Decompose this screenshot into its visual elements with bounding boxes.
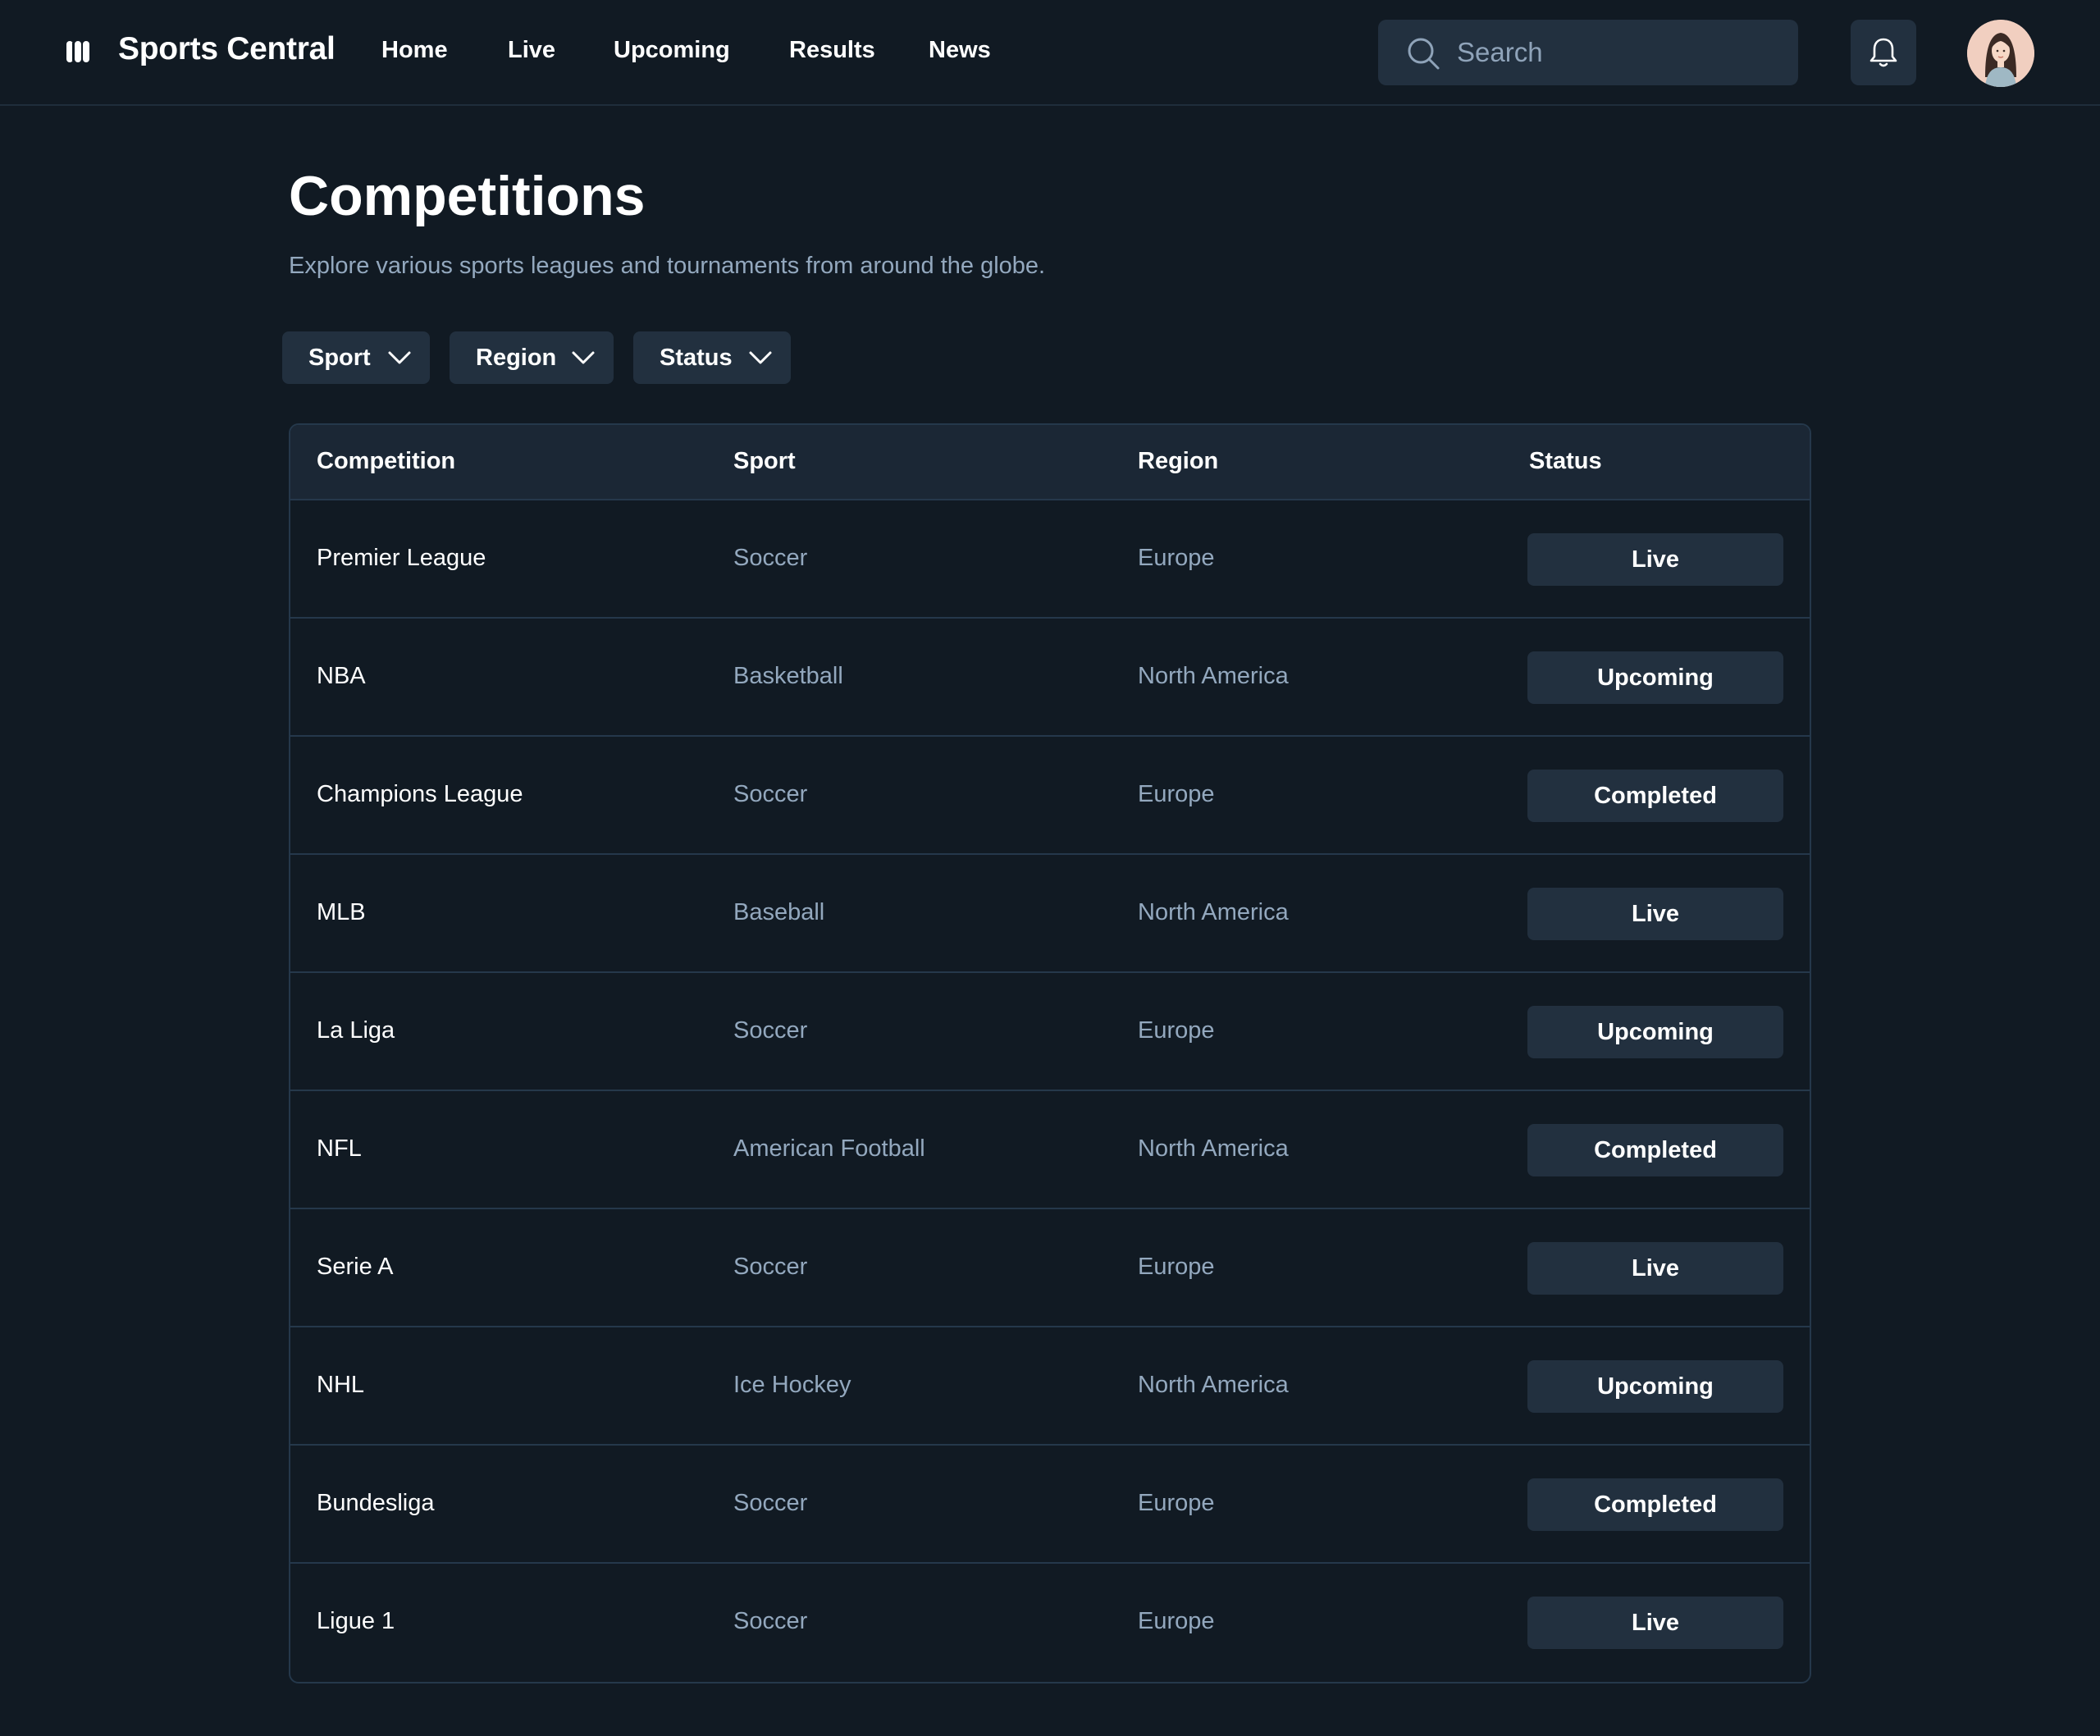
status-badge[interactable]: Completed: [1527, 1478, 1783, 1531]
table-row[interactable]: MLB Baseball North America Live: [290, 855, 1810, 973]
sport-cell: Ice Hockey: [733, 1372, 851, 1398]
region-cell: Europe: [1138, 1017, 1215, 1044]
competition-name[interactable]: Premier League: [317, 545, 486, 572]
status-badge[interactable]: Completed: [1527, 1124, 1783, 1176]
chevron-down-icon: [572, 351, 595, 364]
sport-cell: Soccer: [733, 1608, 808, 1634]
status-badge[interactable]: Upcoming: [1527, 1006, 1783, 1058]
avatar[interactable]: [1967, 20, 2034, 87]
filter-sport-label: Sport: [308, 345, 371, 371]
table-row[interactable]: Bundesliga Soccer Europe Completed: [290, 1446, 1810, 1564]
competition-name[interactable]: NBA: [317, 663, 366, 690]
status-badge[interactable]: Live: [1527, 1597, 1783, 1649]
sport-cell: Baseball: [733, 899, 825, 925]
region-cell: Europe: [1138, 781, 1215, 807]
filter-region-label: Region: [476, 345, 557, 371]
region-cell: Europe: [1138, 1608, 1215, 1634]
notifications-button[interactable]: [1851, 20, 1916, 85]
sport-cell: Soccer: [733, 545, 808, 571]
competition-name[interactable]: NFL: [317, 1135, 362, 1163]
filter-status-label: Status: [660, 345, 733, 371]
chevron-down-icon: [388, 351, 411, 364]
chevron-down-icon: [749, 351, 772, 364]
column-header-region[interactable]: Region: [1138, 448, 1218, 475]
sport-cell: Soccer: [733, 1254, 808, 1280]
table-row[interactable]: NBA Basketball North America Upcoming: [290, 619, 1810, 737]
region-cell: North America: [1138, 1135, 1289, 1162]
table-header: Competition Sport Region Status: [290, 425, 1810, 500]
table-row[interactable]: Ligue 1 Soccer Europe Live: [290, 1564, 1810, 1682]
table-row[interactable]: Premier League Soccer Europe Live: [290, 500, 1810, 619]
status-badge[interactable]: Completed: [1527, 770, 1783, 822]
user-avatar-icon: [1967, 20, 2034, 87]
region-cell: North America: [1138, 1372, 1289, 1398]
competitions-table: Competition Sport Region Status Premier …: [289, 423, 1811, 1683]
search-icon: [1408, 38, 1440, 70]
region-cell: Europe: [1138, 545, 1215, 571]
competition-name[interactable]: Ligue 1: [317, 1608, 395, 1635]
competition-name[interactable]: Champions League: [317, 781, 523, 808]
status-badge[interactable]: Upcoming: [1527, 1360, 1783, 1413]
table-row[interactable]: Serie A Soccer Europe Live: [290, 1209, 1810, 1327]
column-header-status[interactable]: Status: [1529, 448, 1602, 475]
table-row[interactable]: NFL American Football North America Comp…: [290, 1091, 1810, 1209]
status-badge[interactable]: Live: [1527, 1242, 1783, 1295]
table-row[interactable]: NHL Ice Hockey North America Upcoming: [290, 1327, 1810, 1446]
top-navigation-bar: Sports Central Home Live Upcoming Result…: [0, 0, 2100, 106]
bell-icon: [1869, 38, 1897, 67]
competition-name[interactable]: Bundesliga: [317, 1490, 435, 1517]
sport-cell: Soccer: [733, 1490, 808, 1516]
sport-cell: Soccer: [733, 781, 808, 807]
table-row[interactable]: La Liga Soccer Europe Upcoming: [290, 973, 1810, 1091]
region-cell: North America: [1138, 899, 1289, 925]
search-input[interactable]: [1457, 20, 1785, 85]
brand-name[interactable]: Sports Central: [118, 31, 336, 67]
logo-icon[interactable]: [66, 39, 90, 64]
page-subtitle: Explore various sports leagues and tourn…: [289, 253, 1046, 279]
nav-home[interactable]: Home: [381, 37, 448, 64]
status-badge[interactable]: Live: [1527, 533, 1783, 586]
nav-results[interactable]: Results: [789, 37, 875, 64]
competition-name[interactable]: La Liga: [317, 1017, 395, 1044]
competition-name[interactable]: NHL: [317, 1372, 364, 1399]
status-badge[interactable]: Upcoming: [1527, 651, 1783, 704]
competition-name[interactable]: Serie A: [317, 1254, 394, 1281]
table-row[interactable]: Champions League Soccer Europe Completed: [290, 737, 1810, 855]
column-header-sport[interactable]: Sport: [733, 448, 796, 475]
sport-cell: American Football: [733, 1135, 925, 1162]
page-title: Competitions: [289, 165, 646, 227]
sport-cell: Soccer: [733, 1017, 808, 1044]
filter-sport-dropdown[interactable]: Sport: [282, 331, 430, 384]
region-cell: Europe: [1138, 1254, 1215, 1280]
nav-news[interactable]: News: [929, 37, 991, 64]
nav-upcoming[interactable]: Upcoming: [614, 37, 730, 64]
column-header-competition[interactable]: Competition: [317, 448, 455, 475]
search-box[interactable]: [1378, 20, 1798, 85]
competition-name[interactable]: MLB: [317, 899, 366, 926]
nav-live[interactable]: Live: [508, 37, 555, 64]
filter-region-dropdown[interactable]: Region: [450, 331, 614, 384]
region-cell: North America: [1138, 663, 1289, 689]
status-badge[interactable]: Live: [1527, 888, 1783, 940]
filter-status-dropdown[interactable]: Status: [633, 331, 791, 384]
region-cell: Europe: [1138, 1490, 1215, 1516]
sport-cell: Basketball: [733, 663, 843, 689]
